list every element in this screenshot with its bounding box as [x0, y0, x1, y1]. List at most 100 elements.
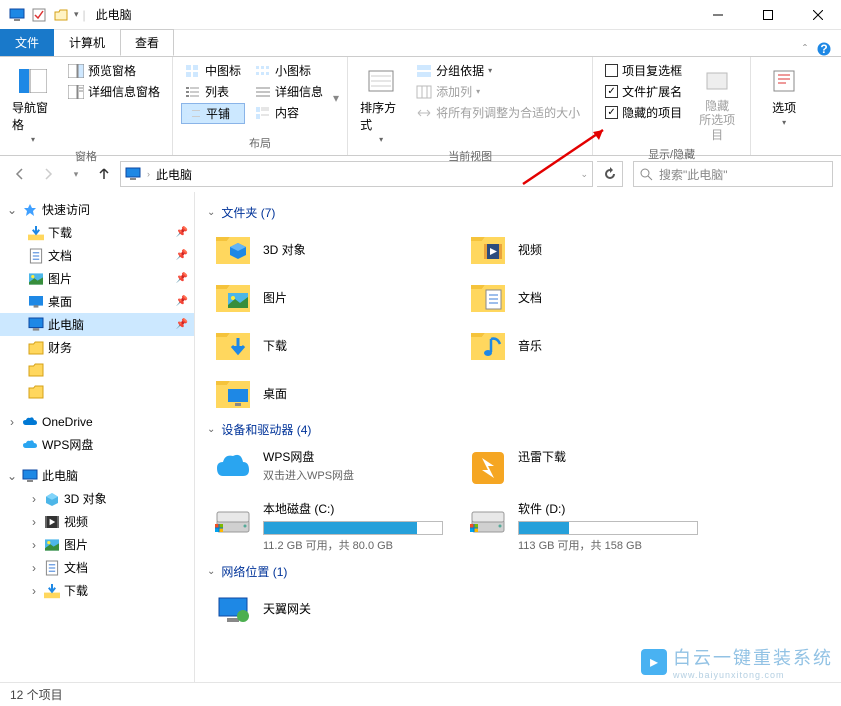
search-input[interactable]: 搜索"此电脑" [633, 161, 833, 187]
options-button[interactable]: 选项 ▾ [759, 61, 809, 139]
properties-icon[interactable] [30, 6, 48, 24]
section-network[interactable]: ⌄ 网络位置 (1) [207, 559, 829, 584]
download-folder-icon [213, 327, 253, 363]
content-button[interactable]: 内容 [251, 103, 327, 122]
sidebar-item-下载[interactable]: ›下载 [0, 579, 194, 602]
folder-下载[interactable]: 下载 [207, 321, 462, 369]
sidebar-item-图片[interactable]: ›图片 [0, 533, 194, 556]
list-button[interactable]: 列表 [181, 82, 245, 101]
3d-folder-icon [213, 231, 253, 267]
folder-icon [28, 340, 44, 356]
item-checkboxes-toggle[interactable]: 项目复选框 [601, 61, 686, 80]
sidebar-item-文档[interactable]: 文档📌 [0, 244, 194, 267]
folder-文档[interactable]: 文档 [462, 273, 717, 321]
status-bar: 12 个项目 [0, 682, 841, 706]
minimize-button[interactable] [703, 5, 733, 25]
pin-icon: 📌 [176, 319, 188, 330]
hidden-items-toggle[interactable]: ✓隐藏的项目 [601, 103, 686, 122]
quick-access-toolbar: ▾ | [8, 6, 86, 24]
details-pane-button[interactable]: 详细信息窗格 [64, 82, 164, 101]
add-columns-button: 添加列 ▾ [412, 82, 584, 101]
xunlei-icon [468, 448, 508, 488]
caret-right-icon[interactable]: › [28, 515, 40, 529]
size-columns-button: 将所有列调整为合适的大小 [412, 103, 584, 122]
pin-icon: 📌 [176, 250, 188, 261]
maximize-button[interactable] [753, 5, 783, 25]
network-天翼网关[interactable]: 天翼网关 [207, 584, 462, 632]
file-extensions-toggle[interactable]: ✓文件扩展名 [601, 82, 686, 101]
refresh-button[interactable] [597, 161, 623, 187]
folder-桌面[interactable]: 桌面 [207, 369, 462, 417]
caret-right-icon[interactable]: › [6, 415, 18, 429]
sidebar-item-文档[interactable]: ›文档 [0, 556, 194, 579]
folder-图片[interactable]: 图片 [207, 273, 462, 321]
medium-icons-button[interactable]: 中图标 [181, 61, 245, 80]
ribbon-group-show-hide: 项目复选框 ✓文件扩展名 ✓隐藏的项目 隐藏 所选项目 显示/隐藏 [593, 57, 751, 155]
pin-icon: 📌 [176, 273, 188, 284]
picture-folder-icon [213, 279, 253, 315]
tab-view[interactable]: 查看 [120, 29, 174, 56]
details-button[interactable]: 详细信息 [251, 82, 327, 101]
tree-this-pc[interactable]: ⌄ 此电脑 [0, 464, 194, 487]
pin-icon: 📌 [176, 296, 188, 307]
preview-pane-button[interactable]: 预览窗格 [64, 61, 164, 80]
checkbox-icon: ✓ [605, 106, 618, 119]
tree-wps[interactable]: WPS网盘 [0, 433, 194, 456]
pc-icon [22, 468, 38, 484]
ribbon-tabs: 文件 计算机 查看 ˆ ? [0, 30, 841, 56]
tree-onedrive[interactable]: › OneDrive [0, 411, 194, 433]
caret-right-icon[interactable]: › [28, 538, 40, 552]
caret-down-icon: ⌄ [207, 207, 215, 218]
sort-by-button[interactable]: 排序方式 ▾ [356, 61, 406, 148]
svg-text:?: ? [820, 42, 827, 56]
sidebar-item-视频[interactable]: ›视频 [0, 510, 194, 533]
tree-quick-access[interactable]: ⌄ 快速访问 [0, 198, 194, 221]
device-本地磁盘 (C:)[interactable]: 本地磁盘 (C:)11.2 GB 可用，共 80.0 GB [207, 494, 462, 559]
section-devices[interactable]: ⌄ 设备和驱动器 (4) [207, 417, 829, 442]
caret-down-icon[interactable]: ⌄ [6, 203, 18, 217]
section-folders[interactable]: ⌄ 文件夹 (7) [207, 200, 829, 225]
group-by-button[interactable]: 分组依据 ▾ [412, 61, 584, 80]
caret-right-icon[interactable]: › [28, 492, 40, 506]
sidebar-item-此电脑[interactable]: 此电脑📌 [0, 313, 194, 336]
ribbon-group-label: 当前视图 [356, 148, 584, 166]
device-软件 (D:)[interactable]: 软件 (D:)113 GB 可用，共 158 GB [462, 494, 717, 559]
caret-right-icon[interactable]: › [28, 561, 40, 575]
device-WPS网盘[interactable]: WPS网盘双击进入WPS网盘 [207, 442, 462, 494]
sort-icon [365, 65, 397, 97]
address-dropdown-icon[interactable]: ⌄ [580, 169, 588, 180]
chevron-down-icon: ▾ [379, 135, 383, 144]
pc-icon [8, 6, 26, 24]
sidebar-item-item7[interactable] [0, 381, 194, 403]
titlebar: ▾ | 此电脑 [0, 0, 841, 30]
close-button[interactable] [803, 5, 833, 25]
folder-音乐[interactable]: 音乐 [462, 321, 717, 369]
content-area: ⌄ 文件夹 (7) 3D 对象视频图片文档下载音乐桌面 ⌄ 设备和驱动器 (4)… [195, 192, 841, 682]
tiles-button[interactable]: 平铺 [181, 103, 245, 124]
help-icon[interactable]: ? [817, 42, 831, 56]
caret-down-icon[interactable]: ⌄ [6, 469, 18, 483]
small-icons-button[interactable]: 小图标 [251, 61, 327, 80]
video-icon [44, 514, 60, 530]
ribbon-collapse-icon[interactable]: ˆ [803, 42, 807, 56]
sidebar-item-3D 对象[interactable]: ›3D 对象 [0, 487, 194, 510]
navigation-pane-button[interactable]: 导航窗格 ▾ [8, 61, 58, 148]
folder-3D 对象[interactable]: 3D 对象 [207, 225, 462, 273]
sidebar-item-下载[interactable]: 下载📌 [0, 221, 194, 244]
device-迅雷下载[interactable]: 迅雷下载 [462, 442, 717, 494]
ribbon-group-label: 布局 [181, 135, 339, 153]
tab-computer[interactable]: 计算机 [54, 29, 120, 56]
desktop-icon [28, 294, 44, 310]
folder-视频[interactable]: 视频 [462, 225, 717, 273]
sidebar-item-item6[interactable] [0, 359, 194, 381]
caret-down-icon: ⌄ [207, 424, 215, 435]
tab-file[interactable]: 文件 [0, 29, 54, 56]
layout-more-icon[interactable]: ▾ [333, 91, 339, 105]
breadcrumb[interactable]: 此电脑 [156, 166, 192, 183]
document-icon [28, 248, 44, 264]
sidebar-item-图片[interactable]: 图片📌 [0, 267, 194, 290]
caret-right-icon[interactable]: › [28, 584, 40, 598]
qat-dropdown-icon[interactable]: ▾ [74, 9, 79, 20]
sidebar-item-财务[interactable]: 财务 [0, 336, 194, 359]
sidebar-item-桌面[interactable]: 桌面📌 [0, 290, 194, 313]
